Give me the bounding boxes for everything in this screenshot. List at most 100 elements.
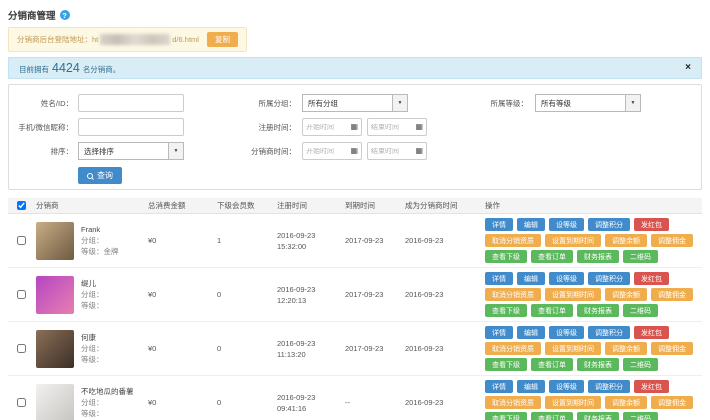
qrcode-button[interactable]: 二维码: [623, 358, 658, 371]
row-checkbox[interactable]: [17, 236, 26, 245]
finance-report-button[interactable]: 财务报表: [577, 358, 619, 371]
distributor-name: Frank: [81, 225, 101, 234]
table-row: 不吃地瓜的番薯 分组： 等级： ¥0 0 2016-09-23 09:41:16…: [8, 376, 702, 420]
row-checkbox[interactable]: [17, 344, 26, 353]
send-redpacket-button[interactable]: 发红包: [634, 380, 669, 393]
view-orders-button[interactable]: 查看订单: [531, 358, 573, 371]
group-select[interactable]: 所有分组 ▼: [302, 94, 408, 112]
url-prefix: ht: [92, 35, 99, 44]
adjust-balance-button[interactable]: 调整余额: [605, 288, 647, 301]
cancel-qualification-button[interactable]: 取消分销资质: [485, 396, 541, 409]
send-redpacket-button[interactable]: 发红包: [634, 272, 669, 285]
total-spend: ¥0: [148, 344, 157, 353]
header-expire: 到期时间: [345, 201, 375, 210]
set-level-button[interactable]: 设等级: [549, 380, 584, 393]
qrcode-button[interactable]: 二维码: [623, 304, 658, 317]
adjust-commission-button[interactable]: 调整佣金: [651, 342, 693, 355]
help-icon[interactable]: ?: [59, 10, 70, 20]
detail-button[interactable]: 详情: [485, 272, 513, 285]
select-all-checkbox[interactable]: [17, 201, 26, 210]
register-time-label: 注册时间：: [258, 122, 297, 132]
adjust-commission-button[interactable]: 调整佣金: [651, 288, 693, 301]
finance-report-button[interactable]: 财务报表: [577, 250, 619, 263]
qrcode-button[interactable]: 二维码: [623, 250, 658, 263]
close-icon[interactable]: ×: [685, 63, 691, 73]
view-subordinates-button[interactable]: 查看下级: [485, 250, 527, 263]
header-became: 成为分销商时间: [405, 201, 458, 210]
cancel-qualification-button[interactable]: 取消分销资质: [485, 342, 541, 355]
set-level-button[interactable]: 设等级: [549, 326, 584, 339]
became-distributor-time: 2016-09-23: [405, 398, 444, 407]
adjust-points-button[interactable]: 调整积分: [588, 380, 630, 393]
view-subordinates-button[interactable]: 查看下级: [485, 358, 527, 371]
edit-button[interactable]: 编辑: [517, 218, 545, 231]
calendar-icon: ▦: [415, 146, 423, 155]
adjust-points-button[interactable]: 调整积分: [588, 326, 630, 339]
name-id-input[interactable]: [78, 94, 184, 112]
edit-button[interactable]: 编辑: [517, 380, 545, 393]
adjust-points-button[interactable]: 调整积分: [588, 272, 630, 285]
edit-button[interactable]: 编辑: [517, 326, 545, 339]
send-redpacket-button[interactable]: 发红包: [634, 218, 669, 231]
copy-button[interactable]: 复制: [206, 32, 238, 47]
total-spend: ¥0: [148, 290, 157, 299]
adjust-commission-button[interactable]: 调整佣金: [651, 396, 693, 409]
adjust-balance-button[interactable]: 调整余额: [605, 342, 647, 355]
search-icon: [87, 172, 93, 179]
calendar-icon: ▦: [350, 122, 358, 131]
table-body: Frank 分组： 等级：金牌 ¥0 1 2016-09-23 15:32:00…: [8, 214, 702, 420]
sort-select[interactable]: 选择排序 ▼: [78, 142, 184, 160]
adjust-balance-button[interactable]: 调整余额: [605, 396, 647, 409]
adjust-points-button[interactable]: 调整积分: [588, 218, 630, 231]
row-level: 等级：: [81, 409, 104, 418]
view-subordinates-button[interactable]: 查看下级: [485, 412, 527, 420]
cancel-qualification-button[interactable]: 取消分销资质: [485, 234, 541, 247]
distributor-count: 4424: [52, 61, 80, 75]
row-group: 分组：: [81, 290, 104, 299]
row-checkbox[interactable]: [17, 398, 26, 407]
table-header: 分销商 总消费金额 下级会员数 注册时间 到期时间 成为分销商时间 操作: [8, 198, 702, 214]
view-subordinates-button[interactable]: 查看下级: [485, 304, 527, 317]
row-checkbox[interactable]: [17, 290, 26, 299]
sub-member-count: 0: [217, 344, 222, 353]
adjust-commission-button[interactable]: 调整佣金: [651, 234, 693, 247]
search-button[interactable]: 查询: [78, 167, 122, 184]
set-level-button[interactable]: 设等级: [549, 272, 584, 285]
distributor-end-date[interactable]: ▦: [367, 142, 427, 160]
register-end-date[interactable]: ▦: [367, 118, 427, 136]
finance-report-button[interactable]: 财务报表: [577, 412, 619, 420]
send-redpacket-button[interactable]: 发红包: [634, 326, 669, 339]
calendar-icon: ▦: [350, 146, 358, 155]
cancel-qualification-button[interactable]: 取消分销资质: [485, 288, 541, 301]
distributor-start-date[interactable]: ▦: [302, 142, 362, 160]
view-orders-button[interactable]: 查看订单: [531, 412, 573, 420]
edit-button[interactable]: 编辑: [517, 272, 545, 285]
detail-button[interactable]: 详情: [485, 380, 513, 393]
set-level-button[interactable]: 设等级: [549, 218, 584, 231]
register-start-date[interactable]: ▦: [302, 118, 362, 136]
phone-label: 手机/微信昵称：: [18, 122, 73, 132]
set-expire-time-button[interactable]: 设置到期时间: [545, 234, 601, 247]
level-label: 所属等级：: [490, 98, 529, 108]
header-sub: 下级会员数: [217, 201, 255, 210]
row-group: 分组：: [81, 236, 104, 245]
set-expire-time-button[interactable]: 设置到期时间: [545, 288, 601, 301]
register-time: 2016-09-23 11:13:20: [277, 338, 316, 359]
finance-report-button[interactable]: 财务报表: [577, 304, 619, 317]
register-time: 2016-09-23 12:20:13: [277, 284, 316, 305]
view-orders-button[interactable]: 查看订单: [531, 304, 573, 317]
detail-button[interactable]: 详情: [485, 218, 513, 231]
sub-member-count: 1: [217, 236, 222, 245]
phone-input[interactable]: [78, 118, 184, 136]
level-select[interactable]: 所有等级 ▼: [535, 94, 641, 112]
adjust-balance-button[interactable]: 调整余额: [605, 234, 647, 247]
set-expire-time-button[interactable]: 设置到期时间: [545, 342, 601, 355]
header-distributor: 分销商: [36, 201, 59, 210]
register-time: 2016-09-23 09:41:16: [277, 392, 316, 413]
view-orders-button[interactable]: 查看订单: [531, 250, 573, 263]
page-title: 分销商管理: [8, 11, 56, 22]
qrcode-button[interactable]: 二维码: [623, 412, 658, 420]
set-expire-time-button[interactable]: 设置到期时间: [545, 396, 601, 409]
detail-button[interactable]: 详情: [485, 326, 513, 339]
table-row: 何康 分组： 等级： ¥0 0 2016-09-23 11:13:20 2017…: [8, 322, 702, 376]
